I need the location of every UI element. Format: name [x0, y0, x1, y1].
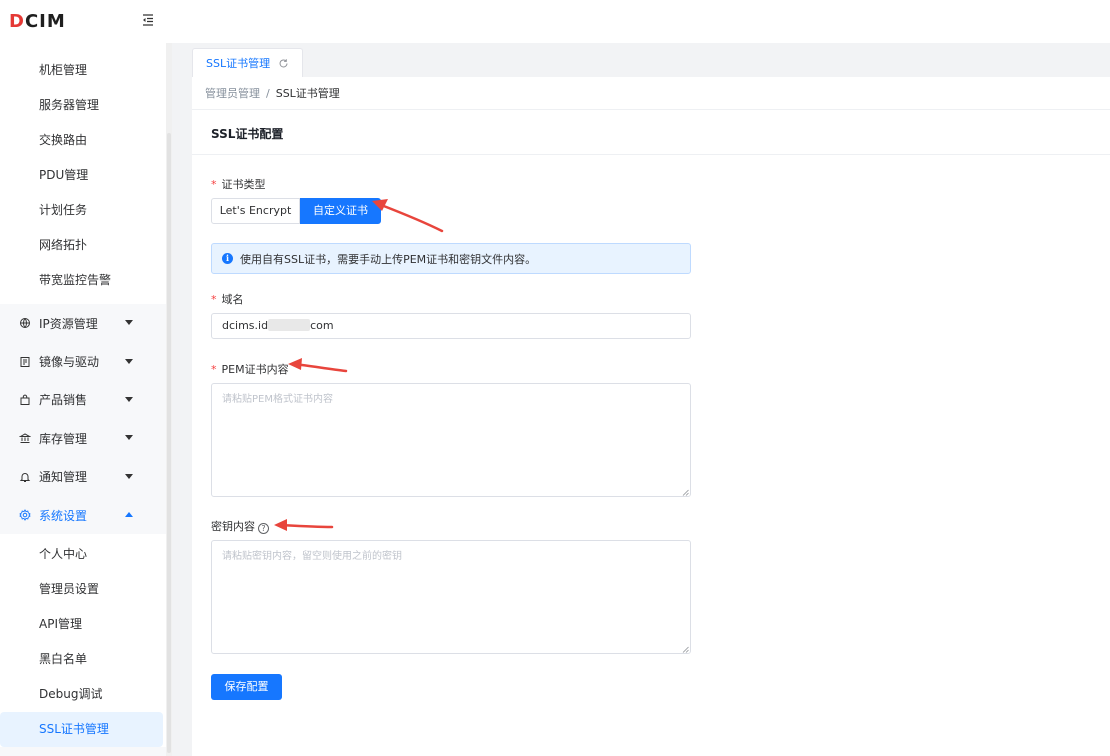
- required-mark: *: [211, 293, 217, 306]
- sidebar: 机柜管理 服务器管理 交换路由 PDU管理 计划任务 网络拓扑 带宽监控告警 I…: [0, 43, 172, 756]
- sidebar-group-label: 镜像与驱动: [39, 355, 100, 370]
- chevron-down-icon: [125, 396, 133, 402]
- sidebar-scrollbar-thumb[interactable]: [167, 133, 171, 753]
- sidebar-group-product-sales[interactable]: 产品销售: [0, 381, 166, 419]
- help-icon[interactable]: ?: [258, 523, 269, 534]
- card-title: SSL证书配置: [211, 127, 284, 141]
- submenu-settings: 个人中心 管理员设置 API管理 黑白名单 Debug调试 SSL证书管理: [0, 534, 166, 748]
- sidebar-item-server[interactable]: 服务器管理: [0, 88, 166, 123]
- annotation-arrow-icon: [274, 519, 334, 531]
- app-logo[interactable]: D CIM: [9, 10, 66, 32]
- domain-input[interactable]: dcims.id com: [211, 313, 691, 339]
- chevron-down-icon: [125, 358, 133, 364]
- sidebar-group-notifications[interactable]: 通知管理: [0, 458, 166, 496]
- sidebar-group-inventory[interactable]: 库存管理: [0, 419, 166, 457]
- breadcrumb-current: SSL证书管理: [275, 87, 340, 100]
- sidebar-item-admin-settings[interactable]: 管理员设置: [0, 572, 166, 607]
- domain-label: * 域名: [211, 293, 244, 306]
- info-icon: i: [222, 253, 233, 264]
- tab-ssl-cert[interactable]: SSL证书管理: [192, 48, 303, 77]
- alert-text: 使用自有SSL证书，需要手动上传PEM证书和密钥文件内容。: [240, 252, 537, 266]
- chevron-up-icon: [125, 512, 133, 518]
- key-placeholder: 请粘贴密钥内容，留空则使用之前的密钥: [222, 551, 402, 562]
- required-mark: *: [211, 363, 217, 376]
- gear-icon: [19, 509, 31, 521]
- sidebar-group-images-drivers[interactable]: 镜像与驱动: [0, 342, 166, 380]
- image-icon: [19, 356, 31, 368]
- annotation-arrow-icon: [288, 358, 348, 373]
- sidebar-group-system-settings[interactable]: 系统设置: [0, 496, 166, 534]
- tab-label: SSL证书管理: [206, 57, 271, 70]
- sidebar-item-blackwhite-list[interactable]: 黑白名单: [0, 642, 166, 677]
- breadcrumb-parent[interactable]: 管理员管理: [205, 87, 260, 100]
- divider: [192, 154, 1110, 155]
- pem-label: * PEM证书内容: [211, 363, 289, 376]
- key-textarea[interactable]: 请粘贴密钥内容，留空则使用之前的密钥: [211, 540, 691, 654]
- redacted-text: [268, 319, 311, 331]
- resize-handle-icon[interactable]: [682, 488, 689, 496]
- option-custom-cert[interactable]: 自定义证书: [300, 198, 381, 224]
- sidebar-item-pdu[interactable]: PDU管理: [0, 158, 166, 193]
- sidebar-item-switch-router[interactable]: 交换路由: [0, 123, 166, 158]
- info-alert: i 使用自有SSL证书，需要手动上传PEM证书和密钥文件内容。: [211, 243, 691, 274]
- sidebar-group-label: 通知管理: [39, 470, 88, 485]
- save-config-button[interactable]: 保存配置: [211, 674, 282, 700]
- main-area: SSL证书管理 管理员管理 / SSL证书管理 SSL证书配置 * 证书类型 Let'…: [172, 43, 1110, 756]
- bell-icon: [19, 471, 31, 483]
- breadcrumb-separator: /: [266, 87, 270, 100]
- cert-type-label: * 证书类型: [211, 178, 266, 191]
- sidebar-item-personal-center[interactable]: 个人中心: [0, 537, 166, 572]
- content-panel: 管理员管理 / SSL证书管理 SSL证书配置 * 证书类型 Let's Encryp…: [192, 77, 1110, 756]
- top-bar: D CIM: [0, 0, 1110, 43]
- option-lets-encrypt[interactable]: Let's Encrypt: [211, 198, 300, 224]
- chevron-down-icon: [125, 473, 133, 479]
- sidebar-group-label: IP资源管理: [39, 316, 98, 331]
- annotation-arrow-icon: [372, 199, 444, 233]
- sidebar-item-api[interactable]: API管理: [0, 607, 166, 642]
- sidebar-item-network-topology[interactable]: 网络拓扑: [0, 228, 166, 263]
- submenu-top: 机柜管理 服务器管理 交换路由 PDU管理 计划任务 网络拓扑 带宽监控告警: [0, 43, 166, 304]
- required-mark: *: [211, 178, 217, 191]
- sidebar-item-cabinet[interactable]: 机柜管理: [0, 53, 166, 88]
- chevron-down-icon: [125, 320, 133, 326]
- sidebar-item-debug[interactable]: Debug调试: [0, 677, 166, 712]
- pem-textarea[interactable]: 请粘贴PEM格式证书内容: [211, 383, 691, 497]
- sidebar-item-ssl-cert[interactable]: SSL证书管理: [0, 712, 163, 748]
- sidebar-group-label: 系统设置: [39, 508, 88, 523]
- chevron-down-icon: [125, 435, 133, 441]
- sidebar-group-ip-resources[interactable]: IP资源管理: [0, 304, 166, 342]
- sidebar-item-bandwidth-alert[interactable]: 带宽监控告警: [0, 263, 166, 298]
- refresh-icon[interactable]: [278, 58, 289, 69]
- key-label: 密钥内容?: [211, 518, 269, 534]
- breadcrumb: 管理员管理 / SSL证书管理: [205, 85, 340, 101]
- divider: [192, 109, 1110, 110]
- cert-type-segmented: Let's Encrypt 自定义证书: [211, 198, 381, 224]
- sidebar-group-label: 产品销售: [39, 393, 88, 408]
- sidebar-item-scheduled-tasks[interactable]: 计划任务: [0, 193, 166, 228]
- resize-handle-icon[interactable]: [682, 645, 689, 653]
- bag-icon: [19, 394, 31, 406]
- pem-placeholder: 请粘贴PEM格式证书内容: [222, 394, 333, 405]
- network-icon: [19, 317, 31, 329]
- bank-icon: [19, 432, 31, 444]
- menu-collapse-icon[interactable]: [140, 12, 156, 28]
- sidebar-group-label: 库存管理: [39, 431, 88, 446]
